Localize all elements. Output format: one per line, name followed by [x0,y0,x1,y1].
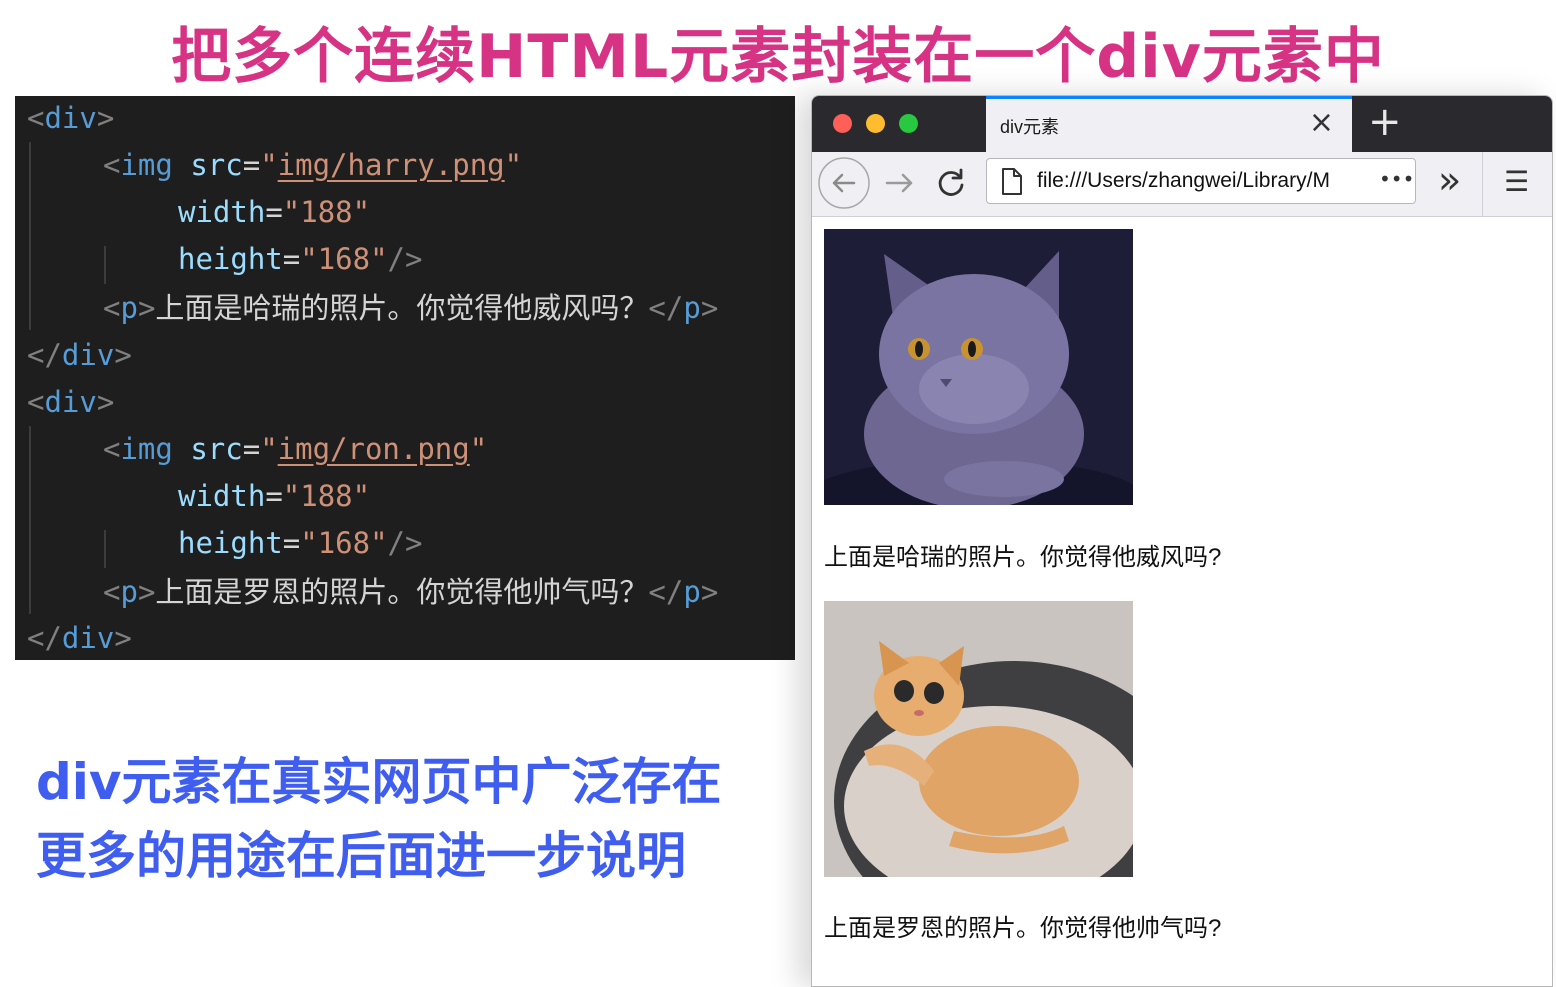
code-line-p2: <p>上面是罗恩的照片。你觉得他帅气吗？</p> [103,575,719,609]
orange-cat-image [824,601,1133,877]
code-line-height1: height="168"/> [178,242,423,276]
more-actions-icon[interactable]: ••• [1379,167,1414,191]
code-line-div-open: <div> [27,101,115,135]
close-icon[interactable]: × [1309,105,1334,141]
page-icon [1002,168,1022,195]
indent-guide [104,246,106,284]
code-line-div-close: </div> [27,338,132,372]
gray-cat-image [824,229,1133,505]
close-window-button[interactable] [833,114,852,133]
code-line-div-close: </div> [27,621,132,655]
browser-window: div元素 × + file:///Users/zhangwei/Library… [811,95,1553,987]
toolbar-divider [1482,152,1483,216]
ron-photo [824,601,1133,877]
url-bar[interactable]: file:///Users/zhangwei/Library/M ••• [986,158,1416,204]
code-line-img1: <img src="img/harry.png" [103,148,523,182]
code-line-p1: <p>上面是哈瑞的照片。你觉得他威风吗？</p> [103,291,719,325]
note-line-1: div元素在真实网页中广泛存在 [36,753,722,811]
nav-bar: file:///Users/zhangwei/Library/M ••• » ☰ [812,152,1552,217]
reload-button[interactable] [934,166,968,204]
code-panel: <div> <img src="img/harry.png" width="18… [15,96,795,660]
ron-caption: 上面是罗恩的照片。你觉得他帅气吗? [824,915,1222,942]
zoom-window-button[interactable] [899,114,918,133]
forward-button[interactable] [882,166,916,204]
code-line-height2: height="168"/> [178,526,423,560]
minimize-window-button[interactable] [866,114,885,133]
harry-photo [824,229,1133,505]
code-line-width2: width="188" [178,479,371,513]
indent-guide [29,142,31,330]
note-line-2: 更多的用途在后面进一步说明 [36,827,686,885]
tab-active[interactable]: div元素 × [986,96,1352,152]
forward-arrow-icon [885,173,913,193]
back-button[interactable] [818,157,870,209]
code-line-div-open: <div> [27,385,115,419]
tab-title: div元素 [1000,117,1060,137]
reload-icon [938,168,964,196]
overflow-menu-button[interactable]: » [1438,158,1461,202]
code-line-img2: <img src="img/ron.png" [103,432,488,466]
hamburger-icon: ☰ [1504,165,1530,198]
hamburger-menu-button[interactable]: ☰ [1504,165,1529,198]
code-line-width1: width="188" [178,195,371,229]
harry-caption: 上面是哈瑞的照片。你觉得他威风吗? [824,544,1222,571]
page-title: 把多个连续HTML元素封装在一个div元素中 [171,22,1385,92]
back-arrow-icon [818,157,870,209]
tab-bar: div元素 × + [812,96,1552,152]
double-chevron-icon: » [1438,158,1462,202]
indent-guide [29,426,31,614]
plus-icon[interactable]: + [1368,98,1402,146]
indent-guide [104,530,106,568]
url-text: file:///Users/zhangwei/Library/M [1037,169,1330,192]
